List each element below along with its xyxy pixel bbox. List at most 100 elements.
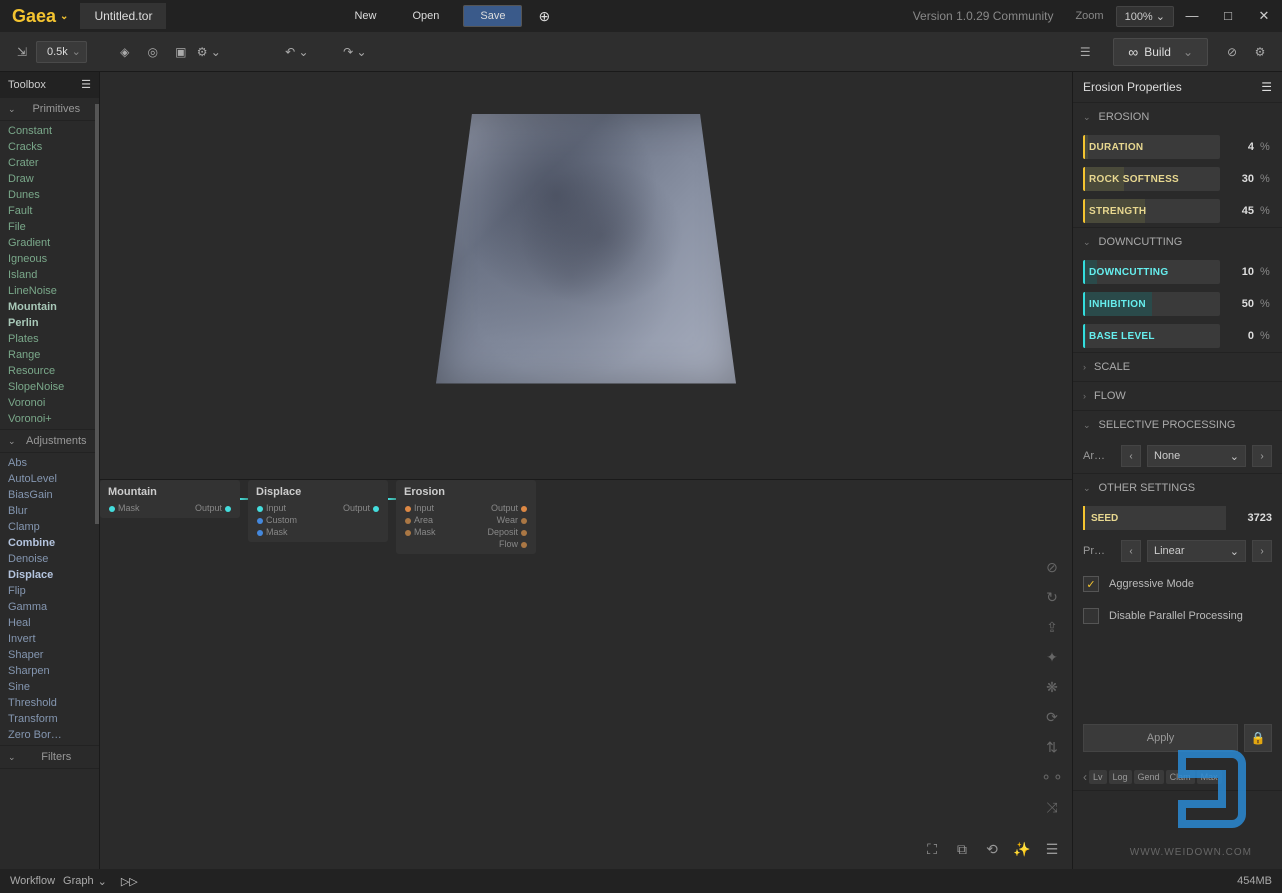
adjustment-invert[interactable]: Invert — [0, 631, 99, 647]
workflow-mode-dropdown[interactable]: Graph⌄ — [63, 875, 107, 888]
node-erosion[interactable]: Erosion InputOutput AreaWear MaskDeposit… — [396, 480, 536, 554]
pr-dropdown[interactable]: Linear⌄ — [1147, 540, 1246, 562]
node-mountain[interactable]: Mountain MaskOutput — [100, 480, 240, 518]
cancel-icon[interactable]: ⊘ — [1218, 38, 1246, 66]
next-arrow[interactable]: › — [1252, 540, 1272, 562]
adjustment-denoise[interactable]: Denoise — [0, 551, 99, 567]
menu-icon[interactable]: ☰ — [1040, 837, 1064, 861]
param-rock-softness[interactable]: ROCK SOFTNESS — [1083, 167, 1220, 191]
add-tab-button[interactable]: ⊕ — [528, 4, 560, 29]
section-flow[interactable]: ›FLOW — [1073, 382, 1282, 410]
primitive-resource[interactable]: Resource — [0, 363, 99, 379]
viewport-3d[interactable] — [100, 72, 1072, 479]
section-scale[interactable]: ›SCALE — [1073, 353, 1282, 381]
resolution-dropdown[interactable]: 0.5k — [36, 41, 87, 63]
vp-tool-icon[interactable]: ⤨ — [1040, 795, 1064, 819]
primitive-dunes[interactable]: Dunes — [0, 187, 99, 203]
adjustment-shaper[interactable]: Shaper — [0, 647, 99, 663]
node-graph[interactable]: Mountain MaskOutput Displace InputOutput… — [100, 479, 1072, 869]
primitive-crater[interactable]: Crater — [0, 155, 99, 171]
play-button[interactable]: ▷▷ — [121, 875, 138, 888]
prev-arrow[interactable]: ‹ — [1121, 540, 1141, 562]
vp-tool-icon[interactable]: ❋ — [1040, 675, 1064, 699]
adjustment-combine[interactable]: Combine — [0, 535, 99, 551]
primitive-range[interactable]: Range — [0, 347, 99, 363]
gear-icon[interactable]: ⚙ ⌄ — [195, 38, 223, 66]
adjustment-autolevel[interactable]: AutoLevel — [0, 471, 99, 487]
adjustment-displace[interactable]: Displace — [0, 567, 99, 583]
open-button[interactable]: Open — [394, 4, 457, 28]
primitive-constant[interactable]: Constant — [0, 123, 99, 139]
primitive-fault[interactable]: Fault — [0, 203, 99, 219]
adjustments-header[interactable]: ⌄Adjustments — [0, 429, 99, 453]
zoom-dropdown[interactable]: 100% ⌄ — [1116, 6, 1174, 27]
node-displace[interactable]: Displace InputOutput Custom Mask — [248, 480, 388, 542]
aggressive-checkbox[interactable]: ✓ — [1083, 576, 1099, 592]
vp-tool-icon[interactable]: ⊘ — [1040, 555, 1064, 579]
param-strength[interactable]: STRENGTH — [1083, 199, 1220, 223]
vp-tool-icon[interactable]: ✦ — [1040, 645, 1064, 669]
primitive-voronoi[interactable]: Voronoi — [0, 395, 99, 411]
param-base-level[interactable]: BASE LEVEL — [1083, 324, 1220, 348]
spark-icon[interactable]: ✨ — [1010, 837, 1034, 861]
hamburger-icon[interactable]: ☰ — [81, 78, 91, 91]
adjustment-clamp[interactable]: Clamp — [0, 519, 99, 535]
primitives-header[interactable]: ⌄Primitives — [0, 97, 99, 121]
primitive-linenoise[interactable]: LineNoise — [0, 283, 99, 299]
chip[interactable]: Log — [1109, 770, 1132, 784]
seed-input[interactable]: SEED — [1083, 506, 1226, 530]
maximize-button[interactable]: □ — [1210, 2, 1246, 30]
adjustment-biasgain[interactable]: BiasGain — [0, 487, 99, 503]
primitive-slopenoise[interactable]: SlopeNoise — [0, 379, 99, 395]
primitive-cracks[interactable]: Cracks — [0, 139, 99, 155]
globe-icon[interactable]: ◎ — [139, 38, 167, 66]
adjustment-heal[interactable]: Heal — [0, 615, 99, 631]
primitive-igneous[interactable]: Igneous — [0, 251, 99, 267]
adjustment-transform[interactable]: Transform — [0, 711, 99, 727]
settings-icon[interactable]: ⚙ — [1246, 38, 1274, 66]
adjustment-sine[interactable]: Sine — [0, 679, 99, 695]
build-button[interactable]: ∞Build⌄ — [1113, 38, 1208, 66]
view-icon[interactable]: ◈ — [111, 38, 139, 66]
param-downcutting[interactable]: DOWNCUTTING — [1083, 260, 1220, 284]
primitive-perlin[interactable]: Perlin — [0, 315, 99, 331]
adjustment-gamma[interactable]: Gamma — [0, 599, 99, 615]
adjustment-flip[interactable]: Flip — [0, 583, 99, 599]
hamburger-icon[interactable]: ☰ — [1261, 80, 1272, 94]
primitive-gradient[interactable]: Gradient — [0, 235, 99, 251]
primitive-voronoi+[interactable]: Voronoi+ — [0, 411, 99, 427]
save-button[interactable]: Save — [463, 5, 522, 27]
apply-button[interactable]: Apply — [1083, 724, 1238, 752]
vp-tool-icon[interactable]: ⚬⚬ — [1040, 765, 1064, 789]
new-button[interactable]: New — [336, 4, 394, 28]
primitive-draw[interactable]: Draw — [0, 171, 99, 187]
section-other[interactable]: ⌄OTHER SETTINGS — [1073, 474, 1282, 502]
refresh-icon[interactable]: ⟲ — [980, 837, 1004, 861]
param-inhibition[interactable]: INHIBITION — [1083, 292, 1220, 316]
close-button[interactable]: ✕ — [1246, 2, 1282, 30]
vp-tool-icon[interactable]: ⇅ — [1040, 735, 1064, 759]
adjustment-abs[interactable]: Abs — [0, 455, 99, 471]
undo-button[interactable]: ↶ ⌄ — [283, 38, 311, 66]
chevron-left-icon[interactable]: ‹ — [1083, 770, 1087, 784]
chip[interactable]: Clam — [1166, 770, 1195, 784]
vp-tool-icon[interactable]: ⇪ — [1040, 615, 1064, 639]
param-duration[interactable]: DURATION — [1083, 135, 1220, 159]
primitive-file[interactable]: File — [0, 219, 99, 235]
adjustment-blur[interactable]: Blur — [0, 503, 99, 519]
app-logo[interactable]: Gaea⌄ — [0, 6, 80, 27]
next-arrow[interactable]: › — [1252, 445, 1272, 467]
vp-tool-icon[interactable]: ↻ — [1040, 585, 1064, 609]
minimize-button[interactable]: — — [1174, 2, 1210, 30]
primitive-island[interactable]: Island — [0, 267, 99, 283]
primitive-mountain[interactable]: Mountain — [0, 299, 99, 315]
adjustment-threshold[interactable]: Threshold — [0, 695, 99, 711]
camera-icon[interactable]: ▣ — [167, 38, 195, 66]
chip[interactable]: Lv — [1089, 770, 1107, 784]
filename-tab[interactable]: Untitled.tor — [80, 3, 166, 29]
vp-tool-icon[interactable]: ⟳ — [1040, 705, 1064, 729]
section-selective[interactable]: ⌄SELECTIVE PROCESSING — [1073, 411, 1282, 439]
adjustment-sharpen[interactable]: Sharpen — [0, 663, 99, 679]
section-erosion[interactable]: ⌄EROSION — [1073, 103, 1282, 131]
chip[interactable]: Max — [1197, 770, 1222, 784]
